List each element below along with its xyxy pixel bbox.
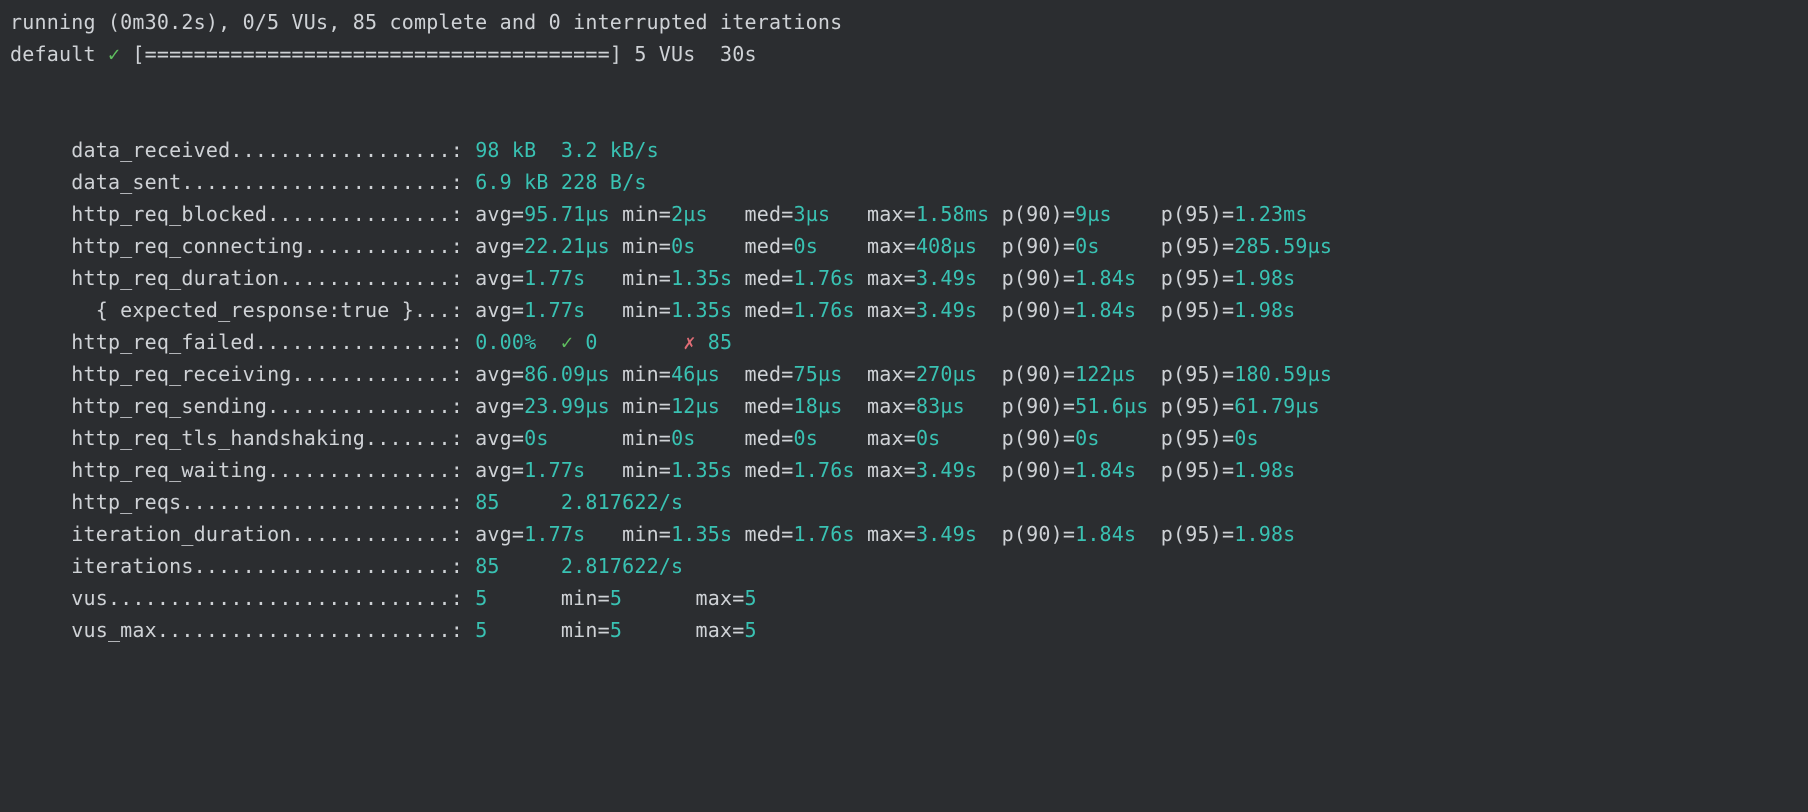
metric-http_req_blocked-max: 1.58ms [916, 202, 989, 226]
metric-http_req_receiving-avg: 86.09µs [524, 362, 610, 386]
metric-iterations-rate: 2.817622/s [561, 554, 683, 578]
metric-iterations-count: 85 [475, 554, 548, 578]
metrics-block: data_received..................: 98 kB 3… [10, 138, 1332, 642]
metric-http_req_blocked-min: 2µs [671, 202, 732, 226]
metric-vus-value: 5 [475, 586, 548, 610]
check-icon: ✓ [108, 42, 120, 66]
metric-http_req_receiving-label: http_req_receiving.............: [71, 362, 463, 386]
metric-expected_response_true-avg: 1.77s [524, 298, 610, 322]
metric-http_req_blocked-p90: 9µs [1075, 202, 1148, 226]
metric-http_req_tls_handshaking-p90: 0s [1075, 426, 1148, 450]
metric-expected_response_true-max: 3.49s [916, 298, 989, 322]
metric-http_req_connecting-label: http_req_connecting............: [71, 234, 463, 258]
metric-data_sent-v1: 6.9 kB [475, 170, 548, 194]
metric-http_req_blocked-avg: 95.71µs [524, 202, 610, 226]
metric-http_req_receiving-p95: 180.59µs [1234, 362, 1332, 386]
metric-http_req_receiving-p90: 122µs [1075, 362, 1148, 386]
metric-http_req_receiving-med: 75µs [794, 362, 855, 386]
metric-http_req_sending-avg: 23.99µs [524, 394, 610, 418]
metric-http_req_duration-max: 3.49s [916, 266, 989, 290]
metric-iteration_duration-avg: 1.77s [524, 522, 610, 546]
metric-http_req_sending-p95: 61.79µs [1234, 394, 1320, 418]
metric-http_req_waiting-p90: 1.84s [1075, 458, 1148, 482]
metric-iteration_duration-label: iteration_duration.............: [71, 522, 463, 546]
metric-vus-max: 5 [745, 586, 757, 610]
metric-http_req_sending-label: http_req_sending...............: [71, 394, 463, 418]
metric-data_sent-v2: 228 B/s [561, 170, 647, 194]
metric-http_req_duration-avg: 1.77s [524, 266, 610, 290]
metric-http_req_waiting-med: 1.76s [794, 458, 855, 482]
metric-http_req_waiting-avg: 1.77s [524, 458, 610, 482]
metric-expected_response_true-med: 1.76s [794, 298, 855, 322]
metric-http_req_blocked-med: 3µs [794, 202, 855, 226]
metric-http_req_connecting-med: 0s [794, 234, 855, 258]
metric-http_req_receiving-max: 270µs [916, 362, 989, 386]
cross-icon: ✗ [683, 330, 707, 354]
metric-http_req_duration-label: http_req_duration..............: [71, 266, 463, 290]
metric-http_req_duration-p95: 1.98s [1234, 266, 1295, 290]
metric-http_req_tls_handshaking-med: 0s [794, 426, 855, 450]
metric-http_req_duration-min: 1.35s [671, 266, 732, 290]
metric-http_req_waiting-p95: 1.98s [1234, 458, 1295, 482]
metric-vus_max-max: 5 [745, 618, 757, 642]
metric-http_req_connecting-p95: 285.59µs [1234, 234, 1332, 258]
metric-iteration_duration-p90: 1.84s [1075, 522, 1148, 546]
metric-http_req_blocked-label: http_req_blocked...............: [71, 202, 463, 226]
metric-http_req_connecting-max: 408µs [916, 234, 989, 258]
metric-data_received-v1: 98 kB [475, 138, 548, 162]
metric-expected_response_true-label: { expected_response:true }...: [71, 298, 463, 322]
metric-http_reqs-rate: 2.817622/s [561, 490, 683, 514]
metric-http_req_duration-p90: 1.84s [1075, 266, 1148, 290]
metric-http_req_tls_handshaking-max: 0s [916, 426, 989, 450]
metric-http_req_failed-label: http_req_failed................: [71, 330, 463, 354]
metric-http_reqs-label: http_reqs......................: [71, 490, 463, 514]
metric-http_req_waiting-min: 1.35s [671, 458, 732, 482]
metric-http_req_connecting-avg: 22.21µs [524, 234, 610, 258]
metric-expected_response_true-p90: 1.84s [1075, 298, 1148, 322]
metric-http_req_sending-p90: 51.6µs [1075, 394, 1148, 418]
metric-http_req_failed-pct: 0.00% [475, 330, 548, 354]
metric-http_req_receiving-min: 46µs [671, 362, 732, 386]
metric-http_req_duration-med: 1.76s [794, 266, 855, 290]
metric-http_req_failed-pass: 0 [585, 330, 683, 354]
metric-iterations-label: iterations.....................: [71, 554, 463, 578]
metric-http_req_tls_handshaking-avg: 0s [524, 426, 610, 450]
metric-http_req_failed-fail: 85 [708, 330, 732, 354]
metric-http_req_tls_handshaking-p95: 0s [1234, 426, 1258, 450]
scenario-default-label: default [10, 42, 96, 66]
running-status-line: running (0m30.2s), 0/5 VUs, 85 complete … [10, 10, 842, 34]
metric-http_req_waiting-label: http_req_waiting...............: [71, 458, 463, 482]
metric-http_req_connecting-p90: 0s [1075, 234, 1148, 258]
metric-http_reqs-count: 85 [475, 490, 548, 514]
metric-vus_max-min: 5 [610, 618, 683, 642]
terminal-output: running (0m30.2s), 0/5 VUs, 85 complete … [0, 0, 1808, 670]
metric-vus-label: vus............................: [71, 586, 463, 610]
metric-iteration_duration-min: 1.35s [671, 522, 732, 546]
metric-data_received-v2: 3.2 kB/s [561, 138, 659, 162]
metric-http_req_connecting-min: 0s [671, 234, 732, 258]
metric-vus_max-value: 5 [475, 618, 548, 642]
metric-iteration_duration-med: 1.76s [794, 522, 855, 546]
metric-vus-min: 5 [610, 586, 683, 610]
metric-http_req_sending-med: 18µs [794, 394, 855, 418]
metric-data_received-label: data_received..................: [71, 138, 463, 162]
metric-vus_max-label: vus_max........................: [71, 618, 463, 642]
metric-iteration_duration-max: 3.49s [916, 522, 989, 546]
metric-http_req_sending-min: 12µs [671, 394, 732, 418]
metric-iteration_duration-p95: 1.98s [1234, 522, 1295, 546]
progress-bar: [======================================] [120, 42, 622, 66]
metric-http_req_tls_handshaking-label: http_req_tls_handshaking.......: [71, 426, 463, 450]
metric-http_req_sending-max: 83µs [916, 394, 989, 418]
vus-duration-label: 5 VUs 30s [622, 42, 757, 66]
check-icon: ✓ [561, 330, 585, 354]
metric-http_req_tls_handshaking-min: 0s [671, 426, 732, 450]
metric-http_req_blocked-p95: 1.23ms [1234, 202, 1307, 226]
metric-http_req_waiting-max: 3.49s [916, 458, 989, 482]
metric-expected_response_true-min: 1.35s [671, 298, 732, 322]
metric-expected_response_true-p95: 1.98s [1234, 298, 1295, 322]
metric-data_sent-label: data_sent......................: [71, 170, 463, 194]
